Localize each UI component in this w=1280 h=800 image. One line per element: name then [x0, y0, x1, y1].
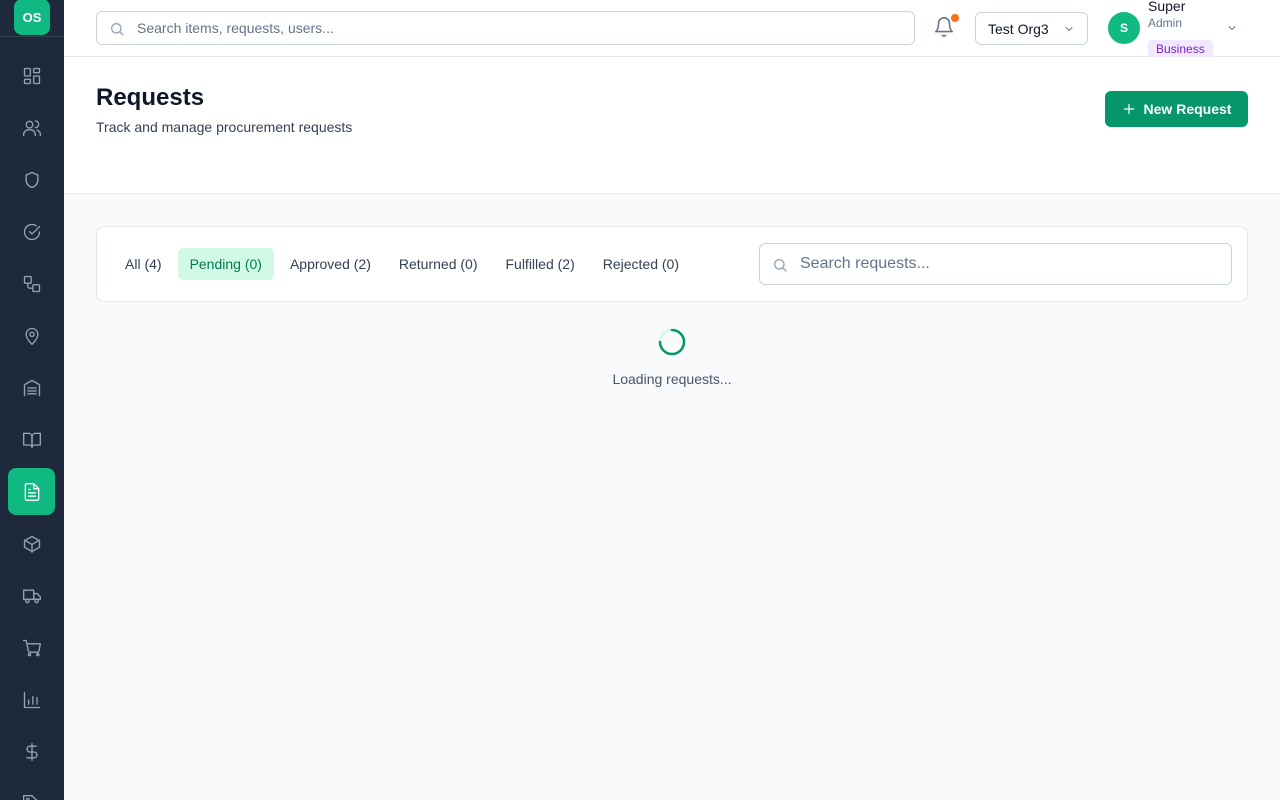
new-request-button[interactable]: New Request — [1105, 91, 1248, 127]
plus-icon — [1123, 103, 1134, 115]
plan-badge: Business — [1148, 40, 1213, 58]
shield-icon — [25, 171, 38, 188]
sidebar-item-inventory[interactable] — [8, 520, 55, 567]
page-subtitle: Track and manage procurement requests — [96, 119, 353, 135]
sidebar: OS — [0, 0, 64, 800]
logo-area: OS — [0, 0, 64, 37]
check-circle-icon — [23, 223, 40, 240]
notifications-button[interactable] — [933, 14, 959, 40]
user-name: Super — [1148, 0, 1186, 14]
tab-fulfilled[interactable]: Fulfilled (2) — [493, 248, 586, 280]
sidebar-item-tags[interactable] — [8, 780, 55, 800]
status-tabs: All (4) Pending (0) Approved (2) Returne… — [113, 248, 691, 280]
sidebar-item-workflows[interactable] — [8, 260, 55, 307]
sidebar-item-shipments[interactable] — [8, 572, 55, 619]
tab-returned[interactable]: Returned (0) — [387, 248, 490, 280]
sidebar-item-dashboard[interactable] — [8, 52, 55, 99]
tab-pending[interactable]: Pending (0) — [177, 248, 274, 280]
chevron-down-icon — [1228, 26, 1236, 30]
shopping-cart-icon — [22, 639, 41, 656]
avatar: S — [1108, 12, 1140, 44]
global-search — [96, 11, 915, 45]
app-logo[interactable]: OS — [14, 0, 50, 35]
sidebar-item-requests[interactable] — [8, 468, 55, 515]
user-role: Admin — [1148, 16, 1183, 30]
sidebar-item-security[interactable] — [8, 156, 55, 203]
global-search-input[interactable] — [137, 12, 897, 44]
loading-spinner-icon — [658, 328, 686, 356]
org-selector[interactable]: Test Org3 — [975, 12, 1088, 45]
request-search — [759, 243, 1232, 285]
tab-all[interactable]: All (4) — [113, 248, 174, 280]
page-header: Requests Track and manage procurement re… — [64, 57, 1280, 194]
bar-chart-icon — [23, 691, 40, 708]
chevron-down-icon — [1065, 27, 1073, 31]
sidebar-nav — [0, 52, 64, 800]
sidebar-item-finance[interactable] — [8, 728, 55, 775]
filter-card: All (4) Pending (0) Approved (2) Returne… — [96, 226, 1248, 302]
building-icon — [23, 379, 40, 396]
file-text-icon — [24, 482, 39, 501]
sidebar-item-approvals[interactable] — [8, 208, 55, 255]
tab-rejected[interactable]: Rejected (0) — [591, 248, 691, 280]
new-request-label: New Request — [1143, 101, 1232, 117]
request-search-input[interactable] — [800, 244, 1220, 284]
tag-icon — [22, 794, 38, 800]
tab-approved[interactable]: Approved (2) — [278, 248, 383, 280]
loading-text: Loading requests... — [612, 371, 732, 387]
sidebar-item-warehouses[interactable] — [8, 364, 55, 411]
sidebar-item-reports[interactable] — [8, 676, 55, 723]
sidebar-item-users[interactable] — [8, 104, 55, 151]
search-icon — [774, 259, 787, 272]
notification-dot — [951, 14, 959, 22]
sidebar-item-catalog[interactable] — [8, 416, 55, 463]
org-name: Test Org3 — [988, 20, 1049, 37]
topbar: Test Org3 S Super Admin Business — [64, 0, 1280, 58]
workflow-icon — [23, 275, 40, 292]
book-icon — [22, 432, 41, 448]
user-menu[interactable]: S Super Admin Business — [1108, 0, 1258, 58]
users-icon — [22, 119, 41, 136]
dashboard-icon — [23, 67, 40, 84]
search-icon — [111, 23, 124, 36]
dollar-icon — [25, 742, 38, 761]
package-icon — [23, 535, 40, 553]
page-title: Requests — [96, 84, 205, 111]
sidebar-item-locations[interactable] — [8, 312, 55, 359]
sidebar-item-orders[interactable] — [8, 624, 55, 671]
truck-icon — [22, 589, 41, 603]
map-pin-icon — [25, 327, 38, 345]
